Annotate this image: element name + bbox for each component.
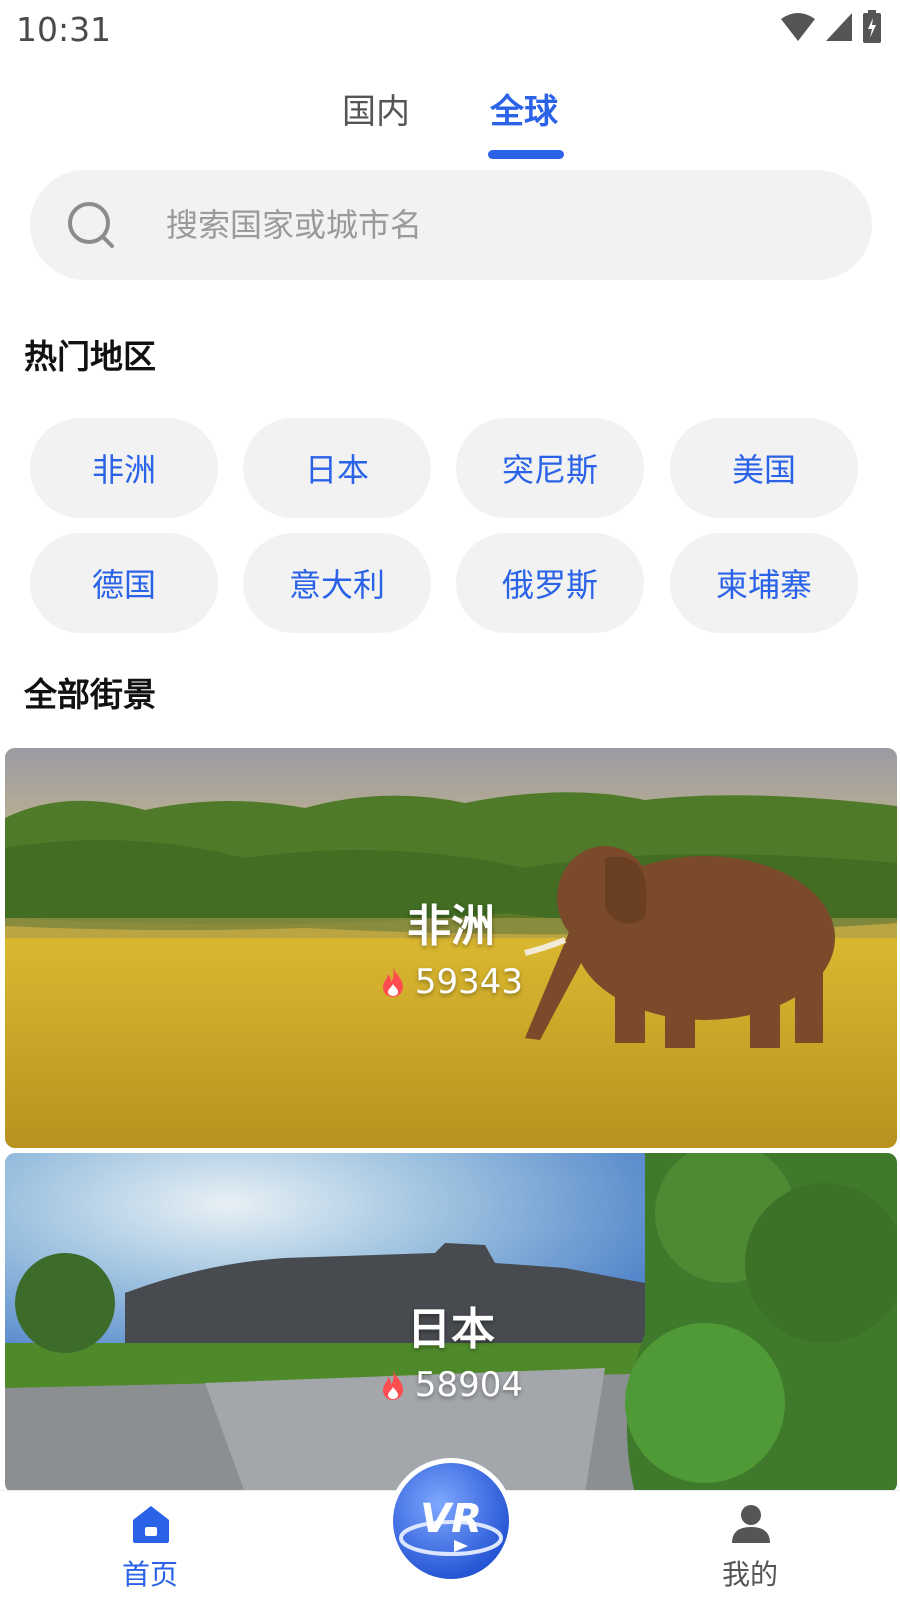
fire-icon: [382, 967, 403, 997]
search-bar[interactable]: [30, 170, 872, 280]
tab-domestic[interactable]: 国内: [342, 84, 410, 133]
streetview-card-africa[interactable]: 非洲 59343: [5, 748, 897, 1148]
nav-home-label: 首页: [121, 1558, 178, 1591]
status-bar: 10:31: [0, 0, 900, 62]
nav-me-label: 我的: [721, 1558, 778, 1591]
battery-charging-icon: [863, 10, 881, 43]
vr-logo-icon: VR: [393, 1463, 509, 1579]
tab-active-indicator: [488, 150, 564, 159]
all-streetview-title: 全部街景: [24, 675, 156, 714]
cell-signal-icon: [826, 13, 852, 41]
card-hot-count: 58904: [5, 1365, 897, 1405]
search-input[interactable]: [166, 198, 846, 252]
status-time: 10:31: [16, 10, 112, 49]
card-title: 非洲: [407, 901, 495, 952]
hot-count-value: 58904: [414, 1365, 524, 1405]
streetview-card-japan[interactable]: 日本 58904: [5, 1153, 897, 1493]
vr-button[interactable]: VR: [388, 1458, 514, 1584]
wifi-icon: [781, 13, 815, 41]
hot-count-value: 59343: [414, 962, 524, 1002]
region-chip-cambodia[interactable]: 柬埔寨: [670, 533, 858, 633]
search-icon: [68, 202, 114, 248]
region-chip-germany[interactable]: 德国: [30, 533, 218, 633]
card-hot-count: 59343: [5, 962, 897, 1002]
vr-logo-text: VR: [420, 1496, 482, 1542]
region-chip-tunisia[interactable]: 突尼斯: [456, 418, 644, 518]
user-icon: [732, 1505, 770, 1543]
region-chip-africa[interactable]: 非洲: [30, 418, 218, 518]
status-icons: [780, 10, 882, 44]
region-chip-usa[interactable]: 美国: [670, 418, 858, 518]
region-chip-italy[interactable]: 意大利: [243, 533, 431, 633]
nav-me[interactable]: 我的: [690, 1491, 810, 1600]
nav-home[interactable]: 首页: [90, 1491, 210, 1600]
hot-regions-title: 热门地区: [24, 337, 156, 376]
home-icon: [133, 1506, 169, 1543]
region-chip-japan[interactable]: 日本: [243, 418, 431, 518]
region-chip-russia[interactable]: 俄罗斯: [456, 533, 644, 633]
region-tabs: 国内 全球: [0, 84, 900, 164]
card-title: 日本: [407, 1304, 495, 1355]
tab-global[interactable]: 全球: [490, 84, 558, 133]
fire-icon: [382, 1370, 403, 1400]
